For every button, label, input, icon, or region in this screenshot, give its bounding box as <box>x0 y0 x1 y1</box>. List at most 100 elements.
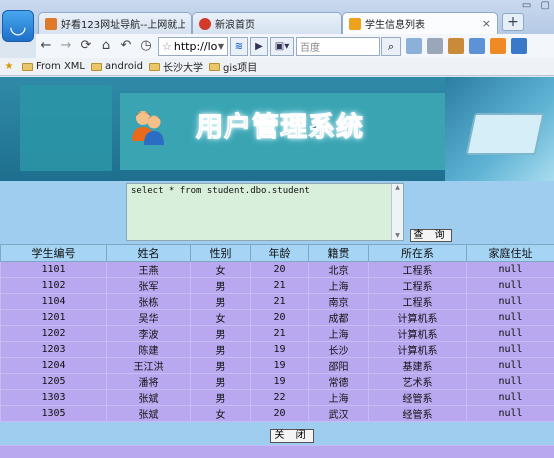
age-cell: 20 <box>250 405 309 422</box>
column-header-address: 家庭住址 <box>466 244 554 262</box>
undo-icon[interactable]: ↶ <box>116 36 136 56</box>
hao123-favicon-icon <box>45 17 57 30</box>
gender-cell: 男 <box>190 373 251 390</box>
scroll-up-icon[interactable]: ▲ <box>392 184 403 192</box>
age-cell: 20 <box>250 261 309 278</box>
department-cell: 艺术系 <box>368 373 467 390</box>
table-row: 1303 张斌男 22 上海 经管系 null <box>0 389 554 406</box>
bookmark-label: gis项目 <box>222 63 258 74</box>
gender-cell: 男 <box>190 341 251 358</box>
name-cell: 张栋 <box>106 293 191 310</box>
sql-query-input[interactable] <box>126 183 404 241</box>
hometown-cell: 武汉 <box>308 405 369 422</box>
search-icon[interactable]: ⌕ <box>381 36 401 56</box>
student-id-cell: 1203 <box>0 341 107 358</box>
hometown-cell: 长沙 <box>308 341 369 358</box>
sina-favicon-icon <box>199 17 211 30</box>
address-cell: null <box>466 405 554 422</box>
users-icon <box>132 111 164 145</box>
extensions-icon[interactable] <box>448 38 464 54</box>
forward-icon[interactable]: → <box>56 36 76 56</box>
folder-icon <box>22 62 33 71</box>
bookmark-from-xml[interactable]: From XML <box>22 61 85 72</box>
tab-label: 新浪首页 <box>215 20 255 31</box>
address-cell: null <box>466 261 554 278</box>
bookmark-label: 长沙大学 <box>162 63 203 74</box>
name-cell: 张斌 <box>106 389 191 406</box>
gender-cell: 女 <box>190 309 251 326</box>
scroll-down-icon[interactable]: ▼ <box>392 232 403 240</box>
gender-cell: 男 <box>190 325 251 342</box>
menu-icon[interactable] <box>511 38 527 54</box>
hometown-cell: 南京 <box>308 293 369 310</box>
minimize-icon[interactable]: ▭ <box>522 0 531 11</box>
chevron-down-icon[interactable]: ▼ <box>218 42 224 51</box>
bookmark-label: android <box>105 61 143 72</box>
bookmark-changsha-university[interactable]: 长沙大学 <box>148 59 203 74</box>
hometown-cell: 上海 <box>308 389 369 406</box>
address-cell: null <box>466 293 554 310</box>
age-cell: 22 <box>250 389 309 406</box>
student-id-cell: 1101 <box>0 261 107 278</box>
table-row: 1104 张栋男 21 南京 工程系 null <box>0 293 554 310</box>
search-engine-icon[interactable]: ▣▾ <box>270 36 294 56</box>
back-icon[interactable]: ← <box>36 36 56 56</box>
name-cell: 王燕 <box>106 261 191 278</box>
table-row: 1205 潘将男 19 常德 艺术系 null <box>0 373 554 390</box>
bookmark-android[interactable]: android <box>91 61 143 72</box>
gender-cell: 男 <box>190 357 251 374</box>
hometown-cell: 上海 <box>308 325 369 342</box>
department-cell: 工程系 <box>368 293 467 310</box>
window-icon[interactable] <box>469 38 485 54</box>
tab-sina[interactable]: 新浪首页 <box>192 12 342 34</box>
tab-close-icon[interactable]: × <box>478 17 491 30</box>
column-header-gender: 性别 <box>190 244 251 262</box>
hometown-cell: 北京 <box>308 261 369 278</box>
bottom-strip <box>0 445 554 458</box>
age-cell: 19 <box>250 373 309 390</box>
tab-hao123[interactable]: 好看123网址导航--上网就上好… <box>38 12 192 34</box>
edit-tool-icon[interactable] <box>406 38 422 54</box>
student-id-cell: 1305 <box>0 405 107 422</box>
screenshot-icon[interactable] <box>427 38 443 54</box>
search-placeholder: 百度 <box>300 42 320 54</box>
student-list-favicon-icon <box>349 17 361 30</box>
sql-scrollbar[interactable]: ▲ ▼ <box>391 184 403 240</box>
search-input[interactable]: 百度 <box>296 36 380 56</box>
address-bar[interactable]: ☆ http://lo ▼ <box>158 36 228 56</box>
bookmark-gis-project[interactable]: gis项目 <box>208 59 258 74</box>
address-cell: null <box>466 325 554 342</box>
hometown-cell: 常德 <box>308 373 369 390</box>
address-cell: null <box>466 373 554 390</box>
student-id-cell: 1303 <box>0 389 107 406</box>
browser-logo-icon: ◡ <box>2 10 34 42</box>
name-cell: 潘将 <box>106 373 191 390</box>
folder-icon <box>91 62 103 71</box>
maximize-icon[interactable]: ▢ <box>541 0 550 11</box>
query-button[interactable]: 查 询 <box>410 229 452 242</box>
gender-cell: 男 <box>190 389 251 406</box>
table-row: 1102 张军男 21 上海 工程系 null <box>0 277 554 294</box>
new-tab-button[interactable]: + <box>502 13 524 31</box>
hometown-cell: 邵阳 <box>308 357 369 374</box>
rss-icon[interactable] <box>490 38 506 54</box>
history-icon[interactable]: ◷ <box>136 36 156 56</box>
tab-student-list[interactable]: 学生信息列表 × <box>342 12 498 34</box>
department-cell: 工程系 <box>368 261 467 278</box>
department-cell: 计算机系 <box>368 341 467 358</box>
gender-cell: 男 <box>190 293 251 310</box>
compat-mode-icon[interactable]: ≋ <box>230 36 248 56</box>
age-cell: 19 <box>250 357 309 374</box>
address-cell: null <box>466 341 554 358</box>
favorites-star-icon[interactable]: ★ <box>2 61 16 72</box>
tab-label: 好看123网址导航--上网就上好… <box>61 20 185 31</box>
address-cell: null <box>466 357 554 374</box>
window-controls: ▭ ▢ <box>516 0 550 11</box>
bookmark-star-icon[interactable]: ☆ <box>162 40 172 53</box>
close-button[interactable]: 关 闭 <box>270 429 314 443</box>
go-icon[interactable]: ▶ <box>250 36 268 56</box>
name-cell: 王江洪 <box>106 357 191 374</box>
refresh-icon[interactable]: ⟳ <box>76 36 96 56</box>
home-icon[interactable]: ⌂ <box>96 36 116 56</box>
banner-left-panel <box>20 85 112 171</box>
